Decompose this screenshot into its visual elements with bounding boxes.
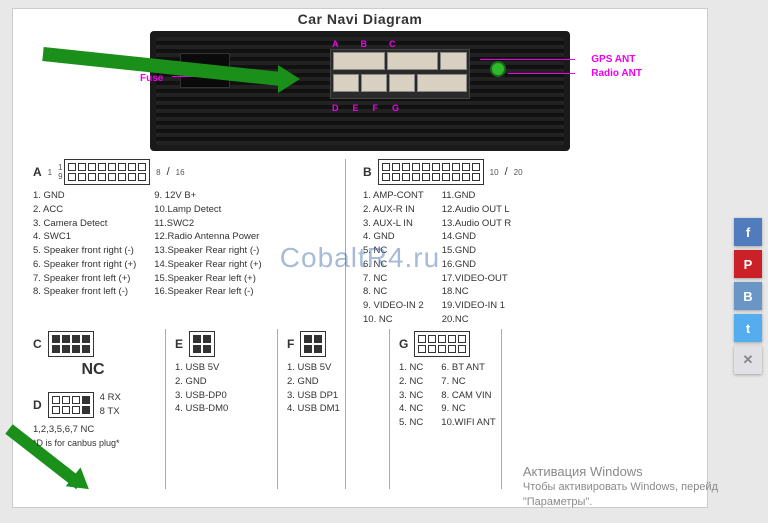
connector-c: C NC	[33, 331, 153, 379]
fuse-label: Fuse	[140, 73, 163, 84]
vk-share-button[interactable]: B	[734, 282, 762, 310]
share-sidebar: f P B t ✕	[734, 218, 762, 374]
connector-area	[330, 49, 470, 99]
connector-a-pins-left: 1. GND2. ACC3. Camera Detect4. SWC15. Sp…	[33, 189, 136, 299]
close-sidebar-button[interactable]: ✕	[734, 346, 762, 374]
connector-b: B 10/20 1. AMP-CONT2. AUX-R IN3. AUX-L I…	[363, 159, 663, 327]
connector-g: G 1. NC2. NC3. NC4. NC5. NC 6. BT ANT7. …	[399, 331, 649, 430]
antenna-labels: GPS ANT Radio ANT	[591, 53, 642, 81]
connector-f: F 1. USB 5V2. GND3. USB DP14. USB DM1	[287, 331, 387, 416]
pinout-section: A 1 1 9 8/16 1. GND2. ACC3. Camera Detec…	[33, 159, 687, 497]
connector-bottom-labels: DEFG	[332, 103, 399, 113]
connector-d: D 4 RX8 TX 1,2,3,5,6,7 NC *D is for canb…	[33, 391, 163, 448]
windows-activation-notice: Активация Windows Чтобы активировать Win…	[523, 464, 718, 509]
connector-a: A 1 1 9 8/16 1. GND2. ACC3. Camera Detec…	[33, 159, 333, 299]
facebook-share-button[interactable]: f	[734, 218, 762, 246]
pinterest-share-button[interactable]: P	[734, 250, 762, 278]
radio-ant-port	[490, 61, 506, 77]
connector-b-pins-right: 11.GND12.Audio OUT L13.Audio OUT R14.GND…	[442, 189, 512, 327]
connector-a-pins-right: 9. 12V B+10.Lamp Detect11.SWC212.Radio A…	[154, 189, 261, 299]
head-unit-photo: Fuse GPS ANT Radio ANT ABC DEFG	[150, 31, 570, 151]
connector-e: E 1. USB 5V2. GND3. USB-DP04. USB-DM0	[175, 331, 275, 416]
connector-b-pins-left: 1. AMP-CONT2. AUX-R IN3. AUX-L IN4. GND5…	[363, 189, 424, 327]
twitter-share-button[interactable]: t	[734, 314, 762, 342]
diagram-page: Car Navi Diagram Fuse GPS ANT Radio ANT …	[12, 8, 708, 508]
page-title: Car Navi Diagram	[13, 9, 707, 31]
connector-top-labels: ABC	[332, 39, 396, 49]
